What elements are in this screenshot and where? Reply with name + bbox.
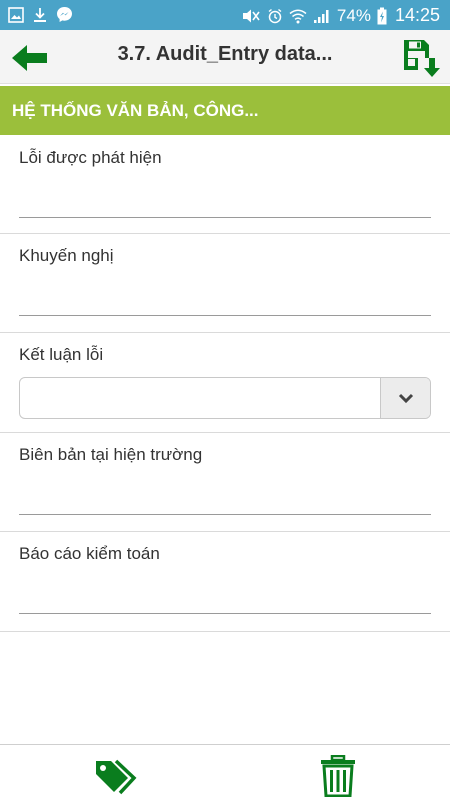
messenger-icon (57, 7, 72, 22)
bien-ban-input[interactable] (19, 514, 431, 515)
bao-cao-input[interactable] (19, 613, 431, 614)
delete-button[interactable] (320, 754, 356, 798)
arrow-left-icon (12, 45, 47, 71)
signal-icon (313, 9, 329, 23)
system-icons: 74% 14:25 (241, 5, 440, 26)
back-button[interactable] (10, 42, 50, 74)
bottom-toolbar (0, 744, 450, 800)
mute-icon (242, 9, 260, 22)
battery-percent: 74% (336, 5, 371, 25)
save-download-icon (404, 40, 440, 77)
field-label: Khuyến nghị (19, 246, 114, 265)
clock: 14:25 (394, 5, 440, 25)
field-khuyen-nghi: Khuyến nghị (0, 234, 450, 333)
download-icon (34, 7, 46, 22)
trash-icon (321, 754, 355, 798)
field-label: Báo cáo kiểm toán (19, 544, 160, 563)
khuyen-nghi-input[interactable] (19, 315, 431, 316)
battery-charging-icon (377, 7, 387, 24)
notification-icons (8, 6, 73, 23)
ket-luan-loi-select[interactable] (19, 377, 431, 419)
field-bao-cao: Báo cáo kiểm toán (0, 532, 450, 632)
wifi-icon (289, 9, 307, 23)
page-title: 3.7. Audit_Entry data... (117, 43, 333, 65)
tag-button[interactable] (94, 757, 140, 797)
field-label: Biên bản tại hiện trường (19, 445, 203, 464)
save-button[interactable] (402, 38, 440, 78)
field-loi-phat-hien: Lỗi được phát hiện (0, 136, 450, 234)
loi-phat-hien-input[interactable] (19, 217, 431, 218)
alarm-icon (268, 8, 282, 23)
dropdown-button[interactable] (380, 378, 430, 418)
gallery-icon (8, 6, 24, 23)
app-bar: 3.7. Audit_Entry data... (0, 30, 450, 84)
tags-icon (96, 759, 137, 795)
chevron-down-icon (398, 393, 413, 404)
field-bien-ban: Biên bản tại hiện trường (0, 433, 450, 532)
field-label: Lỗi được phát hiện (19, 148, 162, 167)
section-header: HỆ THỐNG VĂN BẢN, CÔNG... (0, 86, 450, 135)
field-label: Kết luận lỗi (19, 345, 104, 364)
status-bar: 74% 14:25 (0, 0, 450, 30)
field-ket-luan-loi: Kết luận lỗi (0, 333, 450, 433)
